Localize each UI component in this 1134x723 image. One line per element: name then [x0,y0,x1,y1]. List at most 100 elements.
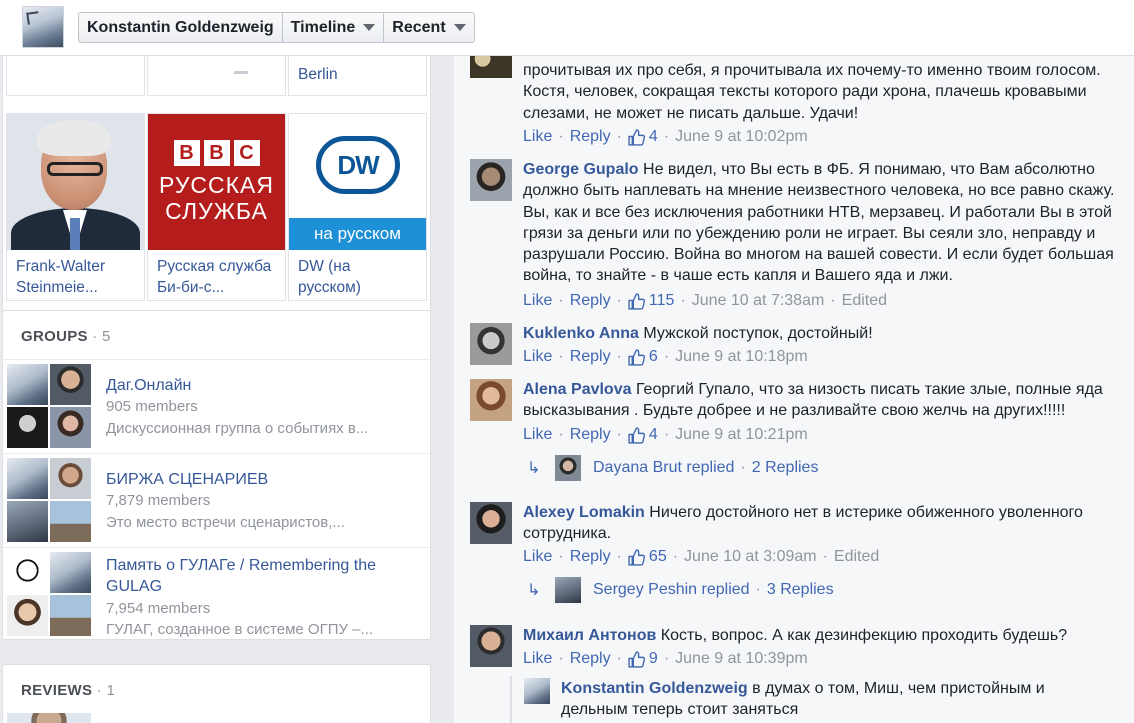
page-name[interactable]: Berlin [298,66,338,84]
like-count[interactable]: 6 [649,348,658,366]
view-replies[interactable]: ↳ Sergey Peshin replied · 3 Replies [527,577,834,603]
like-button[interactable]: Like [523,548,552,566]
group-row[interactable]: БИРЖА СЦЕНАРИЕВ 7,879 members Это место … [3,453,430,547]
like-button[interactable]: Like [523,426,552,444]
commenter-avatar[interactable] [524,678,550,704]
comment-text: Кость, вопрос. А как дезинфекцию проходи… [660,627,1068,644]
page-name[interactable]: Frank-Walter Steinmeie... [7,250,144,300]
reply-button[interactable]: Reply [570,348,611,366]
like-button[interactable]: Like [523,348,552,366]
group-members: 7,879 members [106,492,211,509]
group-members: 7,954 members [106,600,211,617]
replies-count-link[interactable]: 2 Replies [752,459,819,477]
timeline-dropdown[interactable]: Timeline [283,13,385,42]
timestamp[interactable]: June 9 at 10:21pm [675,426,808,444]
thumbs-up-icon[interactable] [628,293,645,310]
steinmeier-photo[interactable] [7,114,144,250]
comment-author[interactable]: Alena Pavlova [523,381,632,398]
commenter-avatar[interactable] [470,625,512,667]
commenter-avatar[interactable] [470,502,512,544]
groups-card: GROUPS · 5 Даг.Онлайн 905 members Дискус… [2,310,431,640]
comment-text: прочитывая их про себя, я прочитывала их… [523,62,1101,122]
page-tile-steinmeier[interactable]: Frank-Walter Steinmeie... [6,113,145,301]
timestamp[interactable]: June 10 at 7:38am [692,292,825,310]
group-row[interactable]: Даг.Онлайн 905 members Дискуссионная гру… [3,359,430,453]
group-name[interactable]: Память о ГУЛАГе / Remembering the GULAG [106,555,406,597]
profile-avatar[interactable] [22,6,64,48]
profile-name-button[interactable]: Konstantin Goldenzweig [79,13,283,42]
like-count[interactable]: 9 [649,650,658,668]
breadcrumb: Konstantin Goldenzweig Timeline Recent [78,12,475,43]
comment-actions: Like · Reply · 4 · June 9 at 10:02pm [523,128,808,146]
dw-logo[interactable]: DW на русском [289,114,426,250]
comment-actions: Like · Reply · 65 · June 10 at 3:09am · Edit… [523,548,880,566]
card-title[interactable]: GROUPS · 5 [21,328,111,345]
comment-author[interactable]: Alexey Lomakin [523,504,645,521]
edited-label[interactable]: Edited [842,292,887,310]
truncated-label [234,71,248,74]
group-description: Дискуссионная группа о событиях в... [106,420,369,437]
bbc-logo[interactable]: B B C РУССКАЯ СЛУЖБА [148,114,285,250]
like-count[interactable]: 4 [649,128,658,146]
reviews-card: REVIEWS · 1 [2,664,431,723]
timestamp[interactable]: June 9 at 10:39pm [675,650,808,668]
comment-author[interactable]: Михаил Антонов [523,627,656,644]
edited-label[interactable]: Edited [834,548,879,566]
comment-actions: Like · Reply · 4 · June 9 at 10:21pm [523,426,808,444]
commenter-avatar[interactable] [470,159,512,201]
comment-author[interactable]: Kuklenko Anna [523,325,639,342]
page-name[interactable]: DW (на русском) [289,250,426,300]
recent-dropdown[interactable]: Recent [384,13,473,42]
group-thumbnail[interactable] [7,458,91,542]
comment-text: Не видел, что Вы есть в ФБ. Я понимаю, ч… [523,161,1115,285]
comment-actions: Like · Reply · 115 · June 10 at 7:38am · Edi… [523,292,888,310]
reply-button[interactable]: Reply [570,128,611,146]
comment-author[interactable]: Konstantin Goldenzweig [561,680,748,697]
group-row[interactable]: Память о ГУЛАГе / Remembering the GULAG … [3,547,430,641]
page-name[interactable]: Русская служба Би-би-с... [148,250,285,300]
reply-button[interactable]: Reply [570,650,611,668]
commenter-avatar[interactable] [470,379,512,421]
reply-arrow-icon: ↳ [527,460,541,477]
view-replies[interactable]: ↳ Dayana Brut replied · 2 Replies [527,455,818,481]
thread-line [510,676,512,723]
group-thumbnail[interactable] [7,552,91,636]
thumbs-up-icon[interactable] [628,129,645,146]
thumbs-up-icon[interactable] [628,427,645,444]
reply-button[interactable]: Reply [570,548,611,566]
top-bar: Konstantin Goldenzweig Timeline Recent [0,0,1134,56]
comment-actions: Like · Reply · 9 · June 9 at 10:39pm [523,650,808,668]
replied-by-link[interactable]: Sergey Peshin replied [593,581,750,599]
like-button[interactable]: Like [523,128,552,146]
group-members: 905 members [106,398,198,415]
reply-arrow-icon: ↳ [527,582,541,599]
thumbs-up-icon[interactable] [628,651,645,668]
chevron-down-icon [363,24,376,31]
comment-text: Мужской поступок, достойный! [643,325,873,342]
page-tile-dw[interactable]: DW на русском DW (на русском) [288,113,427,301]
replies-count-link[interactable]: 3 Replies [767,581,834,599]
group-name[interactable]: БИРЖА СЦЕНАРИЕВ [106,469,406,490]
page-tile-bbc[interactable]: B B C РУССКАЯ СЛУЖБА Русская служба Би-б… [147,113,286,301]
timestamp[interactable]: June 9 at 10:02pm [675,128,808,146]
thumbs-up-icon[interactable] [628,549,645,566]
group-thumbnail[interactable] [7,364,91,448]
thumbs-up-icon[interactable] [628,349,645,366]
group-description: Это место встречи сценаристов,... [106,514,345,531]
group-name[interactable]: Даг.Онлайн [106,375,406,396]
review-thumbnail[interactable] [7,713,91,723]
like-count[interactable]: 115 [649,292,675,310]
like-count[interactable]: 65 [649,548,667,566]
timestamp[interactable]: June 10 at 3:09am [684,548,817,566]
timestamp[interactable]: June 9 at 10:18pm [675,348,808,366]
like-button[interactable]: Like [523,650,552,668]
like-count[interactable]: 4 [649,426,658,444]
reply-button[interactable]: Reply [570,426,611,444]
comment-author[interactable]: George Gupalo [523,161,639,178]
replied-by-link[interactable]: Dayana Brut replied [593,459,734,477]
commenter-avatar[interactable] [470,323,512,365]
card-title[interactable]: REVIEWS · 1 [21,682,115,699]
reply-button[interactable]: Reply [570,292,611,310]
like-button[interactable]: Like [523,292,552,310]
comment-actions: Like · Reply · 6 · June 9 at 10:18pm [523,348,808,366]
